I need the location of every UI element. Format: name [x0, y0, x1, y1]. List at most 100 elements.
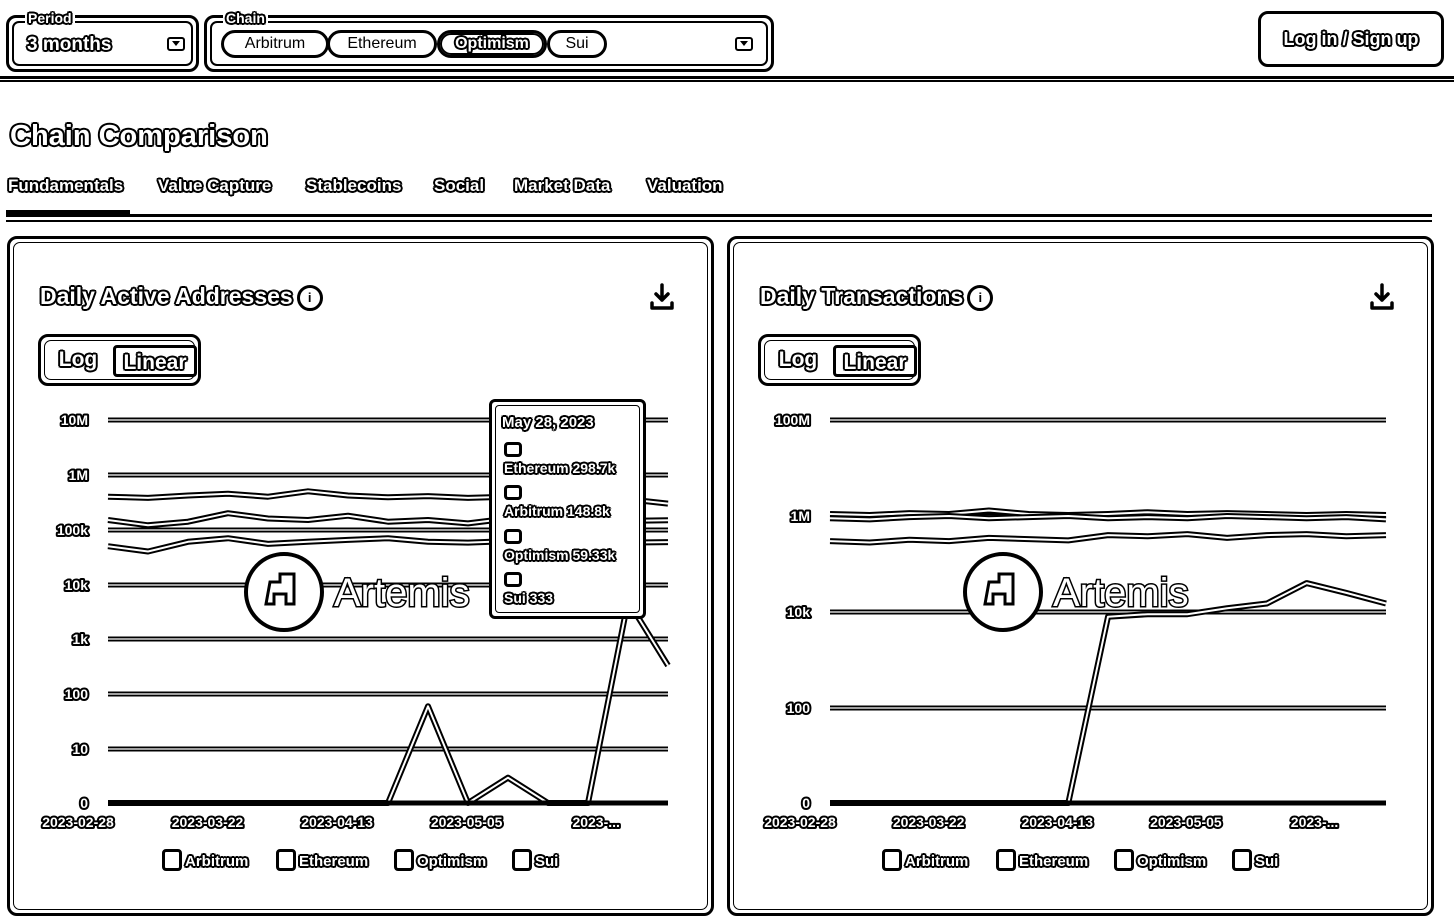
x-tick-label: 2023-...: [1291, 814, 1338, 829]
tooltip-row: Ethereum 298.7k: [504, 442, 615, 476]
y-tick-label: 100k: [57, 522, 88, 538]
y-tick-label: 10M: [61, 412, 88, 428]
y-tick-label: 1M: [791, 508, 810, 524]
linear-scale-button[interactable]: Linear: [113, 345, 197, 377]
legend-swatch: [276, 849, 296, 871]
tab-valuation[interactable]: Valuation: [647, 176, 723, 196]
watermark-logo-icon: [963, 552, 1043, 632]
artemis-watermark: Artemis: [244, 552, 471, 632]
period-legend: Period: [25, 10, 75, 26]
legend-swatch: [162, 849, 182, 871]
tooltip-row: Optimism 59.33k: [504, 529, 615, 563]
tab-fundamentals[interactable]: Fundamentals: [8, 176, 123, 196]
legend-label: Arbitrum: [905, 853, 969, 870]
legend-item-ethereum[interactable]: Ethereum: [996, 849, 1088, 871]
tooltip-row: Sui 333: [504, 572, 553, 606]
legend-swatch: [882, 849, 902, 871]
chevron-down-icon[interactable]: [735, 37, 753, 51]
series-line-inner-sui: [830, 582, 1387, 804]
legend-label: Optimism: [417, 853, 487, 870]
x-tick-label: 2023-02-28: [764, 814, 836, 829]
legend-item-optimism[interactable]: Optimism: [394, 849, 486, 871]
tabs-divider: [6, 214, 1432, 222]
artemis-watermark: Artemis: [963, 552, 1190, 632]
top-bar: Period 3 months Chain Arbitrum Ethereum …: [0, 0, 1454, 82]
legend-item-arbitrum[interactable]: Arbitrum: [882, 849, 968, 871]
y-tick-label: 100: [787, 700, 811, 716]
info-icon[interactable]: i: [967, 285, 994, 311]
chevron-down-icon[interactable]: [167, 37, 185, 51]
y-tick-label: 10k: [65, 577, 89, 593]
chart-title-text: Daily Active Addresses: [40, 283, 293, 309]
series-line-sui: [108, 598, 671, 806]
legend-item-sui[interactable]: Sui: [1232, 849, 1278, 871]
legend-label: Ethereum: [299, 853, 369, 870]
log-scale-button[interactable]: Log: [47, 345, 109, 377]
y-tick-label: 100M: [775, 412, 810, 428]
chain-chip-arbitrum[interactable]: Arbitrum: [221, 30, 329, 58]
tooltip-value: Optimism 59.33k: [504, 547, 616, 563]
legend-swatch: [996, 849, 1016, 871]
y-tick-label: 10: [72, 741, 88, 757]
y-tick-label: 0: [802, 795, 810, 811]
legend-label: Optimism: [1137, 853, 1207, 870]
chain-chip-ethereum[interactable]: Ethereum: [327, 30, 437, 58]
tooltip-row: Arbitrum 148.8k: [504, 485, 610, 519]
info-icon[interactable]: i: [296, 285, 323, 311]
x-tick-label: 2023-02-28: [42, 814, 114, 829]
legend-swatch: [1232, 849, 1252, 871]
tab-stablecoins[interactable]: Stablecoins: [306, 176, 401, 196]
watermark-text: Artemis: [334, 571, 470, 615]
x-tick-label: 2023-05-05: [431, 814, 503, 829]
chart-legend: Arbitrum Ethereum Optimism Sui: [10, 849, 711, 875]
legend-label: Sui: [1255, 853, 1279, 870]
legend-item-optimism[interactable]: Optimism: [1114, 849, 1206, 871]
period-select[interactable]: Period 3 months: [6, 10, 199, 72]
chart-card-daily-transactions: Daily Transactions i Log Linear 100M 1M 10k…: [727, 236, 1434, 916]
chart-title: Daily Transactions i: [760, 283, 994, 311]
login-signup-button[interactable]: Log in / Sign up: [1258, 11, 1444, 67]
legend-label: Sui: [535, 853, 559, 870]
period-value: 3 months: [27, 34, 112, 55]
tab-market-data[interactable]: Market Data: [514, 176, 610, 196]
chain-legend: Chain: [223, 10, 268, 26]
legend-item-arbitrum[interactable]: Arbitrum: [162, 849, 248, 871]
scale-toggle: Log Linear: [38, 334, 201, 386]
legend-item-ethereum[interactable]: Ethereum: [276, 849, 368, 871]
chart-legend: Arbitrum Ethereum Optimism Sui: [730, 849, 1431, 875]
log-scale-button[interactable]: Log: [767, 345, 829, 377]
download-icon[interactable]: [1369, 283, 1395, 311]
linear-scale-button[interactable]: Linear: [833, 345, 917, 377]
series-marker: [504, 485, 522, 500]
chart-title: Daily Active Addresses i: [40, 283, 323, 311]
download-icon[interactable]: [649, 283, 675, 311]
legend-swatch: [1114, 849, 1134, 871]
tab-value-capture[interactable]: Value Capture: [158, 176, 271, 196]
watermark-text: Artemis: [1053, 571, 1189, 615]
series-marker: [504, 572, 522, 587]
line-chart[interactable]: 100M 1M 10k 100 0 2023-02-28 2023-03-22 2023-04…: [730, 389, 1430, 829]
tooltip-value: Ethereum 298.7k: [504, 460, 616, 476]
chart-title-text: Daily Transactions: [760, 283, 964, 309]
x-tick-label: 2023-...: [572, 814, 619, 829]
chain-chip-optimism[interactable]: Optimism: [437, 30, 547, 58]
tooltip-value: Arbitrum 148.8k: [504, 503, 610, 519]
legend-swatch: [512, 849, 532, 871]
tab-social[interactable]: Social: [434, 176, 484, 196]
y-tick-label: 10k: [787, 604, 811, 620]
chain-chip-sui[interactable]: Sui: [547, 30, 607, 58]
series-marker: [504, 442, 522, 457]
legend-swatch: [394, 849, 414, 871]
series-line-inner-sui: [108, 600, 669, 804]
tooltip-date: May 28, 2023: [502, 414, 594, 431]
x-tick-label: 2023-04-13: [1021, 814, 1093, 829]
chain-select[interactable]: Chain Arbitrum Ethereum Optimism Sui: [204, 10, 774, 72]
series-marker: [504, 529, 522, 544]
legend-item-sui[interactable]: Sui: [512, 849, 558, 871]
x-tick-label: 2023-03-22: [172, 814, 244, 829]
header-divider: [0, 76, 1454, 82]
page-title: Chain Comparison: [10, 120, 268, 152]
scale-toggle: Log Linear: [758, 334, 921, 386]
chart-tooltip: May 28, 2023 Ethereum 298.7k Arbitrum 14…: [489, 399, 646, 619]
y-tick-label: 100: [65, 686, 89, 702]
